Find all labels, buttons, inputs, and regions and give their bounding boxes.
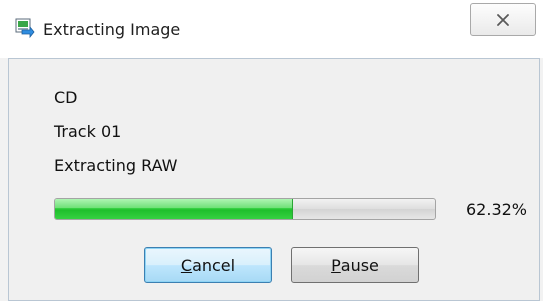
pause-label-rest: ause (340, 255, 379, 275)
progress-bar (54, 198, 436, 220)
pause-accesskey: P (331, 255, 341, 275)
extract-image-app-icon (13, 17, 35, 39)
progress-percent: 62.32% (466, 200, 528, 219)
window-frame-left (0, 58, 8, 301)
dialog-content (8, 58, 540, 301)
track-label: Track 01 (54, 122, 122, 141)
disc-label: CD (54, 88, 78, 107)
close-x-icon (497, 13, 509, 26)
cancel-label-rest: ancel (192, 255, 236, 275)
cancel-button[interactable]: Cancel (144, 247, 272, 283)
window-title: Extracting Image (43, 20, 181, 39)
progress-bar-fill (55, 199, 293, 219)
cancel-accesskey: C (180, 255, 193, 275)
close-button[interactable] (470, 3, 536, 36)
pause-button[interactable]: Pause (291, 247, 419, 283)
extracting-image-dialog: Extracting Image CD Track 01 Extracting … (0, 0, 543, 301)
title-bar[interactable]: Extracting Image (0, 0, 543, 58)
mode-label: Extracting RAW (54, 156, 178, 175)
